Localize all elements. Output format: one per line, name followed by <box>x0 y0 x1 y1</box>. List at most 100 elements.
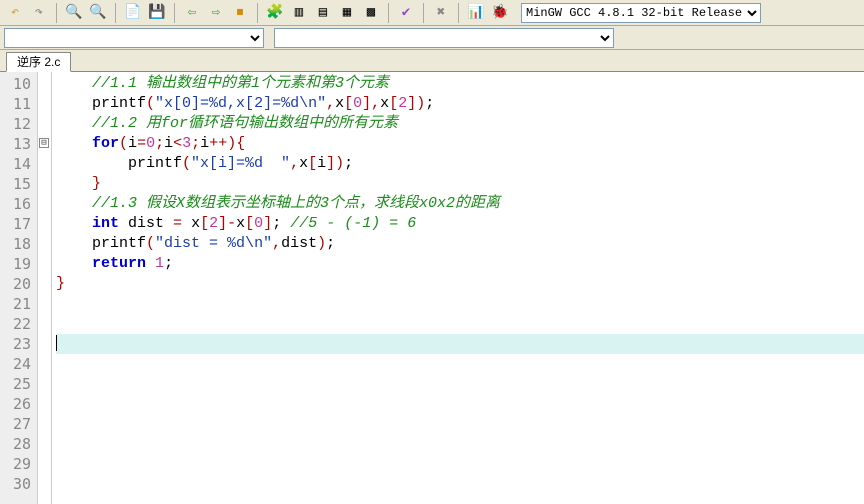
back-icon[interactable]: ⇦ <box>181 2 203 24</box>
token: x <box>182 215 200 232</box>
token: ++ <box>209 135 227 152</box>
token: i <box>200 135 209 152</box>
line-number: 13 <box>0 134 37 154</box>
token: , <box>371 95 380 112</box>
token: [ <box>200 215 209 232</box>
token: [ <box>308 155 317 172</box>
token: [ <box>344 95 353 112</box>
line-number: 16 <box>0 194 37 214</box>
code-line[interactable] <box>56 334 864 354</box>
check-icon[interactable]: ✔ <box>395 2 417 24</box>
forward-icon[interactable]: ⇨ <box>205 2 227 24</box>
token: "x[0]=%d,x[2]=%d\n" <box>155 95 326 112</box>
token: = <box>173 215 182 232</box>
separator <box>257 3 258 23</box>
token: printf <box>92 95 146 112</box>
token: [ <box>389 95 398 112</box>
code-line[interactable] <box>56 374 864 394</box>
code-line[interactable] <box>56 434 864 454</box>
token: ; <box>272 215 290 232</box>
token: x <box>299 155 308 172</box>
line-number: 28 <box>0 434 37 454</box>
code-line[interactable]: printf("dist = %d\n",dist); <box>56 234 864 254</box>
token: ] <box>407 95 416 112</box>
code-line[interactable]: //1.3 假设X数组表示坐标轴上的3个点，求线段x0x2的距离 <box>56 194 864 214</box>
fold-column: ⊟ <box>38 72 52 504</box>
line-number: 12 <box>0 114 37 134</box>
token: ] <box>326 155 335 172</box>
token: - <box>227 215 236 232</box>
line-number: 11 <box>0 94 37 114</box>
fold-toggle-icon[interactable]: ⊟ <box>39 138 49 148</box>
code-line[interactable]: } <box>56 174 864 194</box>
panel-c-icon[interactable]: ▤ <box>312 2 334 24</box>
token: //1.1 输出数组中的第1个元素和第3个元素 <box>92 75 389 92</box>
code-line[interactable]: int dist = x[2]-x[0]; //5 - (-1) = 6 <box>56 214 864 234</box>
code-line[interactable] <box>56 414 864 434</box>
panel-e-icon[interactable]: ▩ <box>360 2 382 24</box>
token: //1.2 用for循环语句输出数组中的所有元素 <box>92 115 398 132</box>
chart-icon[interactable]: 📊 <box>465 2 487 24</box>
token: , <box>326 95 335 112</box>
line-number: 30 <box>0 474 37 494</box>
search-icon[interactable]: 🔍 <box>63 2 85 24</box>
token: for <box>92 135 119 152</box>
line-number: 25 <box>0 374 37 394</box>
panel-b-icon[interactable]: ▥ <box>288 2 310 24</box>
code-line[interactable] <box>56 394 864 414</box>
build-target-select[interactable]: MinGW GCC 4.8.1 32-bit Release <box>521 3 761 23</box>
line-number: 18 <box>0 234 37 254</box>
code-line[interactable]: printf("x[0]=%d,x[2]=%d\n",x[0],x[2]); <box>56 94 864 114</box>
main-toolbar: ↶ ↷ 🔍 🔍 📄 💾 ⇦ ⇨ ⏹ 🧩 ▥ ▤ ▦ ▩ ✔ ✖ 📊 🐞 MinG… <box>0 0 864 26</box>
line-number: 23 <box>0 334 37 354</box>
undo-icon[interactable]: ↶ <box>4 2 26 24</box>
token: ; <box>155 135 164 152</box>
scope-select[interactable] <box>4 28 264 48</box>
code-line[interactable] <box>56 474 864 494</box>
code-line[interactable]: for(i=0;i<3;i++){ <box>56 134 864 154</box>
token: 0 <box>146 135 155 152</box>
code-area[interactable]: //1.1 输出数组中的第1个元素和第3个元素 printf("x[0]=%d,… <box>52 72 864 504</box>
search-replace-icon[interactable]: 🔍 <box>87 2 109 24</box>
code-line[interactable] <box>56 454 864 474</box>
symbol-select[interactable] <box>274 28 614 48</box>
panel-a-icon[interactable]: 🧩 <box>264 2 286 24</box>
code-line[interactable]: printf("x[i]=%d ",x[i]); <box>56 154 864 174</box>
abort-icon[interactable]: ✖ <box>430 2 452 24</box>
code-line[interactable]: return 1; <box>56 254 864 274</box>
stop-icon[interactable]: ⏹ <box>229 2 251 24</box>
token: 2 <box>209 215 218 232</box>
token: i <box>128 135 137 152</box>
open-icon[interactable]: 📄 <box>122 2 144 24</box>
token: ] <box>362 95 371 112</box>
tab-bar: 逆序 2.c <box>0 50 864 72</box>
code-line[interactable] <box>56 354 864 374</box>
line-number-gutter: 1011121314151617181920212223242526272829… <box>0 72 38 504</box>
line-number: 19 <box>0 254 37 274</box>
token: dist <box>281 235 317 252</box>
token: ] <box>263 215 272 232</box>
token: i <box>164 135 173 152</box>
token: ) <box>335 155 344 172</box>
code-line[interactable] <box>56 314 864 334</box>
code-line[interactable]: //1.2 用for循环语句输出数组中的所有元素 <box>56 114 864 134</box>
token: ] <box>218 215 227 232</box>
line-number: 21 <box>0 294 37 314</box>
redo-icon[interactable]: ↷ <box>28 2 50 24</box>
token: = <box>137 135 146 152</box>
code-line[interactable]: //1.1 输出数组中的第1个元素和第3个元素 <box>56 74 864 94</box>
token: int <box>92 215 119 232</box>
separator <box>115 3 116 23</box>
token: ; <box>164 255 173 272</box>
panel-d-icon[interactable]: ▦ <box>336 2 358 24</box>
token: [ <box>245 215 254 232</box>
save-icon[interactable]: 💾 <box>146 2 168 24</box>
file-tab[interactable]: 逆序 2.c <box>6 52 71 72</box>
separator <box>56 3 57 23</box>
code-line[interactable]: } <box>56 274 864 294</box>
line-number: 27 <box>0 414 37 434</box>
debug-icon[interactable]: 🐞 <box>489 2 511 24</box>
line-number: 29 <box>0 454 37 474</box>
code-line[interactable] <box>56 294 864 314</box>
token: dist <box>119 215 173 232</box>
